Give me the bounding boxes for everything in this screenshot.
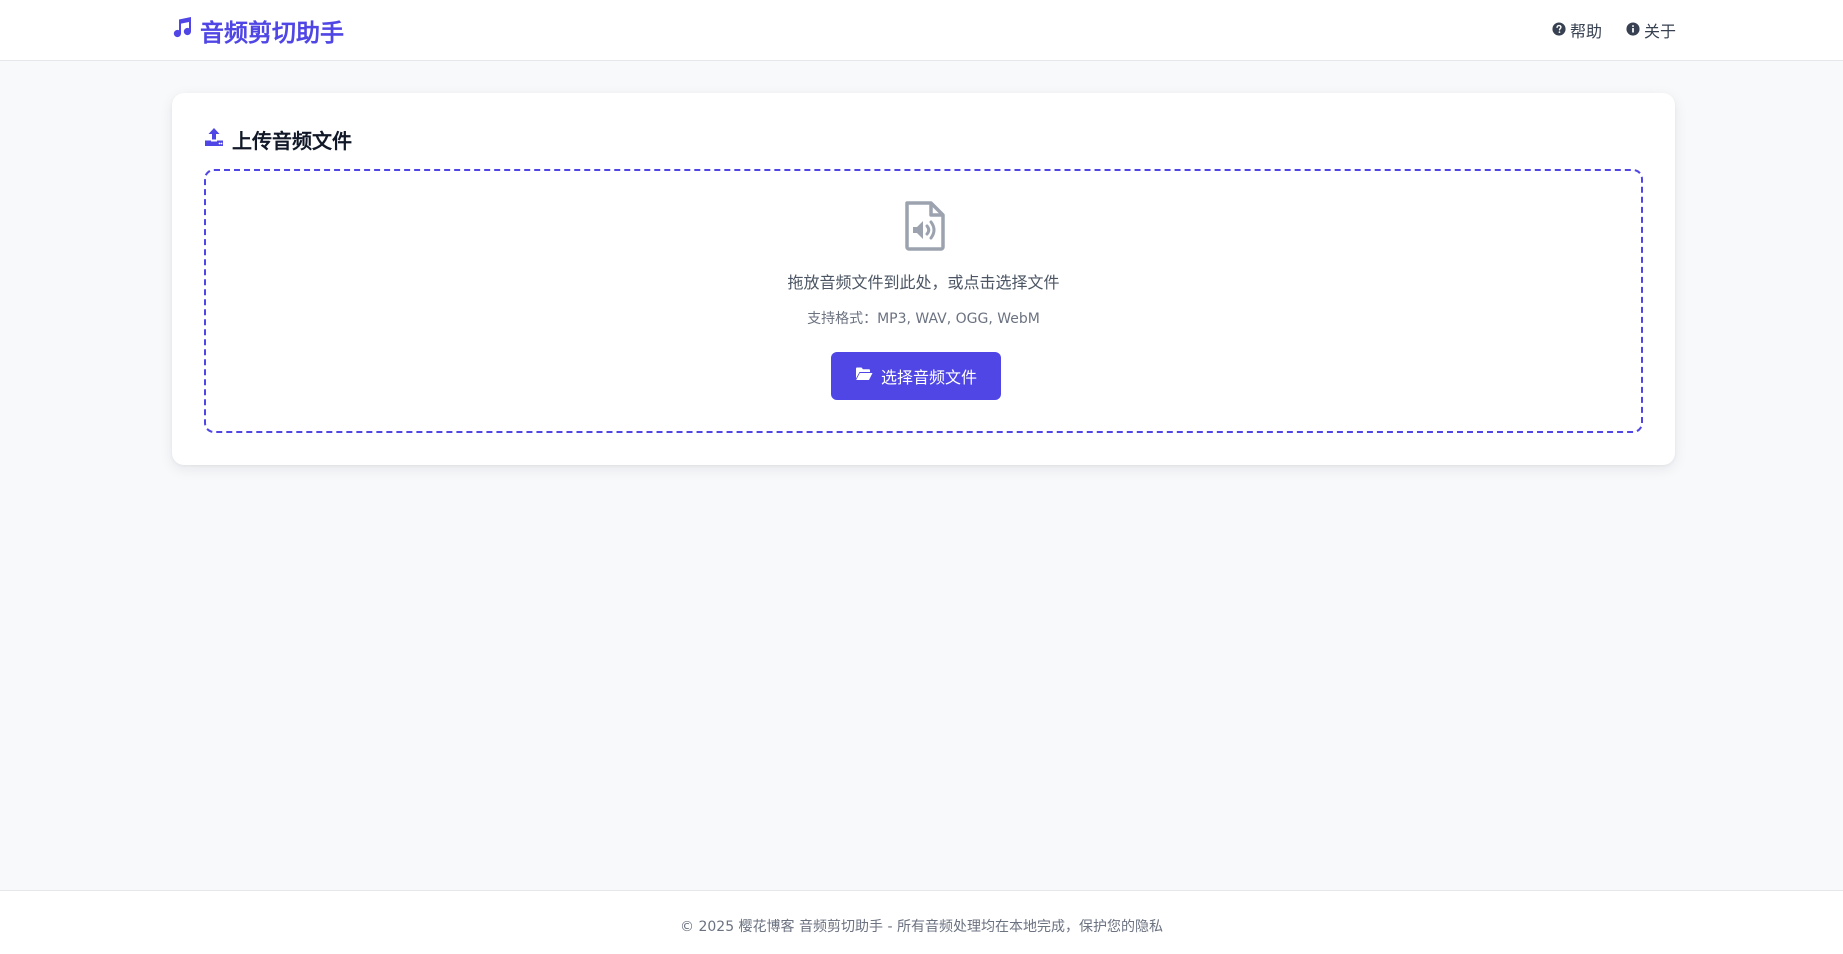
top-nav: 帮助 关于	[1552, 18, 1676, 42]
info-circle-icon	[1626, 21, 1640, 40]
upload-card: 上传音频文件 拖放音频文件到此处，或点击选择文件 支持格式：MP3, WAV, …	[172, 93, 1675, 465]
nav-help-link[interactable]: 帮助	[1552, 18, 1602, 42]
dropzone-instruction: 拖放音频文件到此处，或点击选择文件	[787, 273, 1060, 292]
page-footer: © 2025 樱花博客 音频剪切助手 - 所有音频处理均在本地完成，保护您的隐私	[0, 890, 1843, 954]
upload-card-title: 上传音频文件	[204, 125, 352, 154]
footer-copyright: © 2025 樱花博客 音频剪切助手 - 所有音频处理均在本地完成，保护您的隐私	[680, 919, 1163, 935]
select-audio-label: 选择音频文件	[880, 368, 977, 387]
nav-help-label: 帮助	[1569, 22, 1602, 41]
audio-file-icon	[903, 201, 947, 251]
supported-formats: 支持格式：MP3, WAV, OGG, WebM	[807, 311, 1040, 327]
music-icon	[170, 15, 194, 45]
question-circle-icon	[1552, 21, 1566, 40]
nav-about-link[interactable]: 关于	[1626, 18, 1676, 42]
file-dropzone[interactable]: 拖放音频文件到此处，或点击选择文件 支持格式：MP3, WAV, OGG, We…	[204, 169, 1643, 433]
brand-logo-link[interactable]: 音频剪切助手	[170, 12, 344, 48]
upload-title-text: 上传音频文件	[232, 129, 352, 153]
brand-title: 音频剪切助手	[200, 18, 344, 47]
top-header: 音频剪切助手 帮助 关于	[0, 0, 1843, 61]
folder-open-icon	[855, 366, 873, 386]
upload-icon	[204, 127, 224, 152]
select-audio-button[interactable]: 选择音频文件	[831, 352, 1001, 400]
nav-about-label: 关于	[1643, 22, 1676, 41]
